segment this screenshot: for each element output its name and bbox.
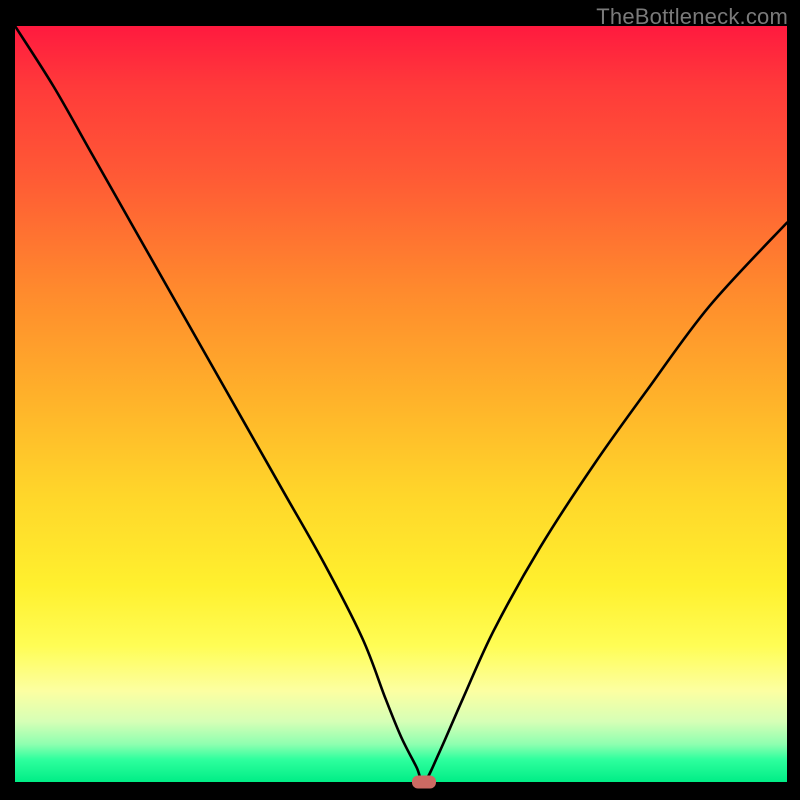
watermark-text: TheBottleneck.com [596, 4, 788, 30]
bottleneck-curve [15, 26, 787, 782]
plot-area [15, 26, 787, 782]
minimum-marker [412, 776, 436, 789]
chart-frame: TheBottleneck.com [0, 0, 800, 800]
